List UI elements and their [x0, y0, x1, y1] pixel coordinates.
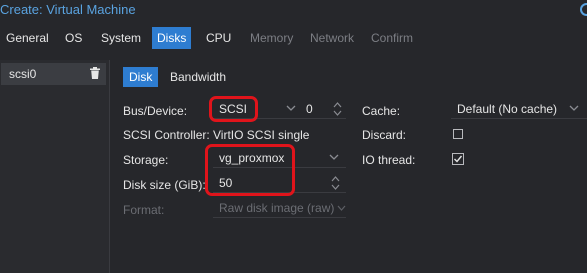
tab-disks[interactable]: Disks [152, 27, 192, 49]
format-label: Format: [123, 203, 165, 217]
chevron-down-icon [286, 105, 296, 111]
chevron-down-icon [569, 105, 579, 111]
cache-select[interactable]: Default (No cache) [451, 99, 587, 119]
io-thread-label: IO thread: [362, 153, 416, 167]
bus-select-value: SCSI [219, 102, 248, 116]
chevron-down-icon [337, 205, 346, 211]
tab-confirm[interactable]: Confirm [366, 27, 418, 49]
tab-cpu[interactable]: CPU [201, 27, 236, 49]
tab-system[interactable]: System [96, 27, 146, 49]
subtab-bandwidth[interactable]: Bandwidth [164, 67, 232, 87]
help-icon[interactable] [580, 3, 587, 16]
spinner-icon[interactable] [331, 174, 340, 192]
bus-select[interactable]: SCSI [213, 99, 302, 119]
scsi-controller-label: SCSI Controller: [123, 128, 210, 142]
disk-list-panel: scsi0 [0, 60, 110, 273]
storage-label: Storage: [123, 153, 169, 167]
spinner-icon[interactable] [333, 100, 342, 118]
window-titlebar: Create: Virtual Machine [0, 0, 587, 22]
storage-select[interactable]: vg_proxmox [213, 148, 346, 168]
scsi-controller-value: VirtIO SCSI single [213, 128, 310, 142]
tab-general[interactable]: General [1, 27, 54, 49]
disk-size-value: 50 [219, 176, 233, 190]
disk-item-label: scsi0 [9, 67, 37, 81]
disk-size-label: Disk size (GiB): [123, 178, 206, 192]
disk-list-item[interactable]: scsi0 [1, 63, 106, 85]
io-thread-checkbox[interactable] [452, 153, 464, 165]
tab-network[interactable]: Network [305, 27, 359, 49]
subtab-disk[interactable]: Disk [123, 67, 159, 87]
tab-os[interactable]: OS [60, 27, 87, 49]
format-select[interactable]: Raw disk image (raw) [213, 198, 346, 218]
cache-select-value: Default (No cache) [457, 102, 558, 116]
cache-label: Cache: [362, 104, 401, 118]
disk-size-stepper[interactable]: 50 [213, 173, 346, 193]
storage-select-value: vg_proxmox [219, 151, 285, 165]
device-number-value: 0 [306, 102, 313, 116]
chevron-down-icon [329, 154, 339, 160]
format-select-value: Raw disk image (raw) [219, 201, 335, 215]
tab-memory[interactable]: Memory [245, 27, 298, 49]
window-title: Create: Virtual Machine [0, 2, 136, 17]
device-number-stepper[interactable]: 0 [300, 99, 346, 119]
discard-label: Discard: [362, 128, 407, 142]
bus-device-label: Bus/Device: [123, 104, 188, 118]
trash-icon[interactable] [90, 67, 100, 79]
discard-checkbox[interactable] [453, 129, 463, 139]
